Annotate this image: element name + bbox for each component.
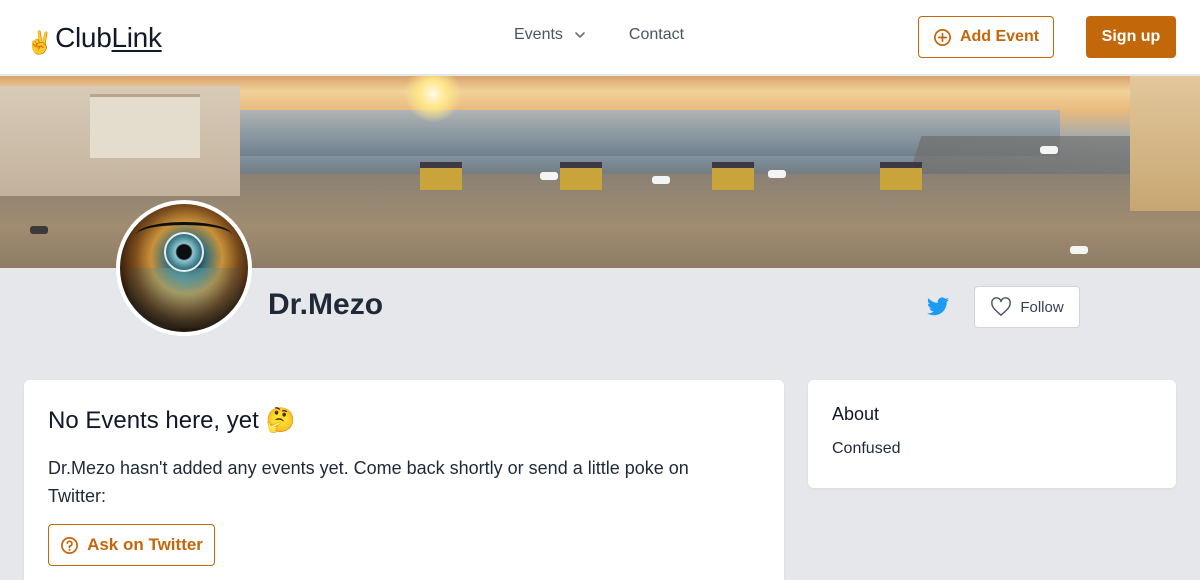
twitter-icon bbox=[927, 297, 949, 316]
follow-label: Follow bbox=[1020, 298, 1064, 316]
plus-circle-icon bbox=[933, 28, 951, 46]
ask-on-twitter-label: Ask on Twitter bbox=[87, 535, 203, 554]
follow-button[interactable]: Follow bbox=[974, 286, 1080, 328]
nav-contact[interactable]: Contact bbox=[629, 26, 684, 44]
nav-events-label: Events bbox=[514, 26, 563, 43]
logo-text-link: Link bbox=[111, 22, 162, 53]
logo-text-club: Club bbox=[55, 22, 112, 53]
nav-events[interactable]: Events bbox=[514, 26, 587, 44]
signup-label: Sign up bbox=[1101, 28, 1161, 45]
profile-name: Dr.Mezo bbox=[268, 288, 384, 321]
signup-button[interactable]: Sign up bbox=[1086, 16, 1176, 58]
avatar bbox=[116, 200, 252, 336]
add-event-label: Add Event bbox=[959, 28, 1040, 45]
site-header: ✌️ Club Link Events Contact Add Event Sig… bbox=[0, 0, 1200, 75]
twitter-profile-link[interactable] bbox=[926, 295, 950, 319]
heart-icon bbox=[991, 297, 1012, 316]
avatar-image bbox=[120, 204, 248, 332]
chevron-down-icon bbox=[575, 32, 585, 38]
about-heading: About bbox=[832, 404, 880, 424]
events-card: No Events here, yet 🤔 Dr.Mezo hasn't add… bbox=[24, 380, 784, 580]
victory-hand-icon: ✌️ bbox=[26, 30, 54, 55]
events-empty-title: No Events here, yet 🤔 bbox=[48, 407, 296, 434]
clublink-logo[interactable]: ✌️ Club Link bbox=[26, 22, 162, 54]
about-card: About Confused bbox=[808, 380, 1176, 488]
events-empty-message: Dr.Mezo hasn't added any events yet. Com… bbox=[48, 458, 689, 506]
main-nav: Events Contact bbox=[514, 26, 684, 44]
ask-on-twitter-button[interactable]: Ask on Twitter bbox=[48, 524, 215, 566]
about-text: Confused bbox=[832, 440, 901, 457]
nav-contact-label: Contact bbox=[628, 26, 685, 43]
add-event-button[interactable]: Add Event bbox=[918, 16, 1054, 58]
question-circle-icon bbox=[61, 536, 79, 554]
